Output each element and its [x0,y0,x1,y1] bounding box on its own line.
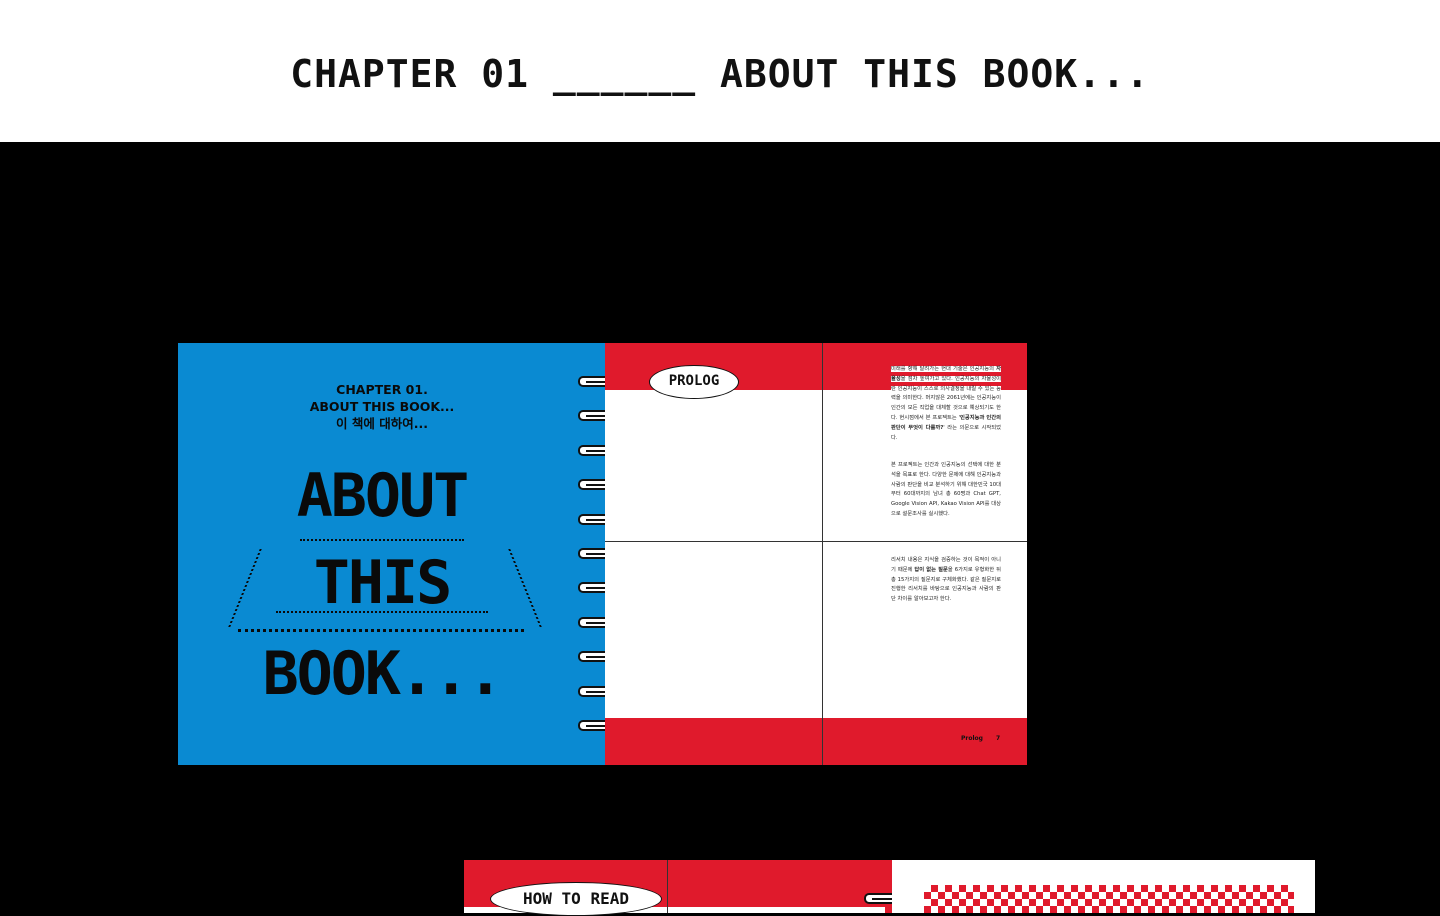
page-number: 7 [996,735,1001,742]
prolog-tab: PROLOG [649,365,739,399]
dotted-ornament-top [300,539,464,541]
how-to-read-tab: HOW TO READ [490,882,662,916]
prolog-paragraph-1: 미래를 향해 달려가는 현대 기술은 인공지능의 자율성을 점차 높여가고 있다… [891,365,1001,443]
spread2-spine [885,860,892,913]
big-word-about: ABOUT [296,461,470,531]
chapter-title: CHAPTER 01 ______ ABOUT THIS BOOK... [290,52,1150,96]
big-word-book: BOOK... [262,639,504,709]
spread2-left-page: HOW TO READ [464,860,885,916]
para3-emphasis: 답이 없는 질문 [914,566,948,573]
prolog-paragraph-2: 본 프로젝트는 인간과 인공지능의 선택에 대한 분석을 목표로 한다. 다양한… [891,462,1001,517]
chapter-header: CHAPTER 01 ______ ABOUT THIS BOOK... [0,0,1440,142]
checker-pattern [924,885,1294,913]
grid-line-horizontal [605,541,1027,542]
left-page-heading: CHAPTER 01. ABOUT THIS BOOK... 이 책에 대하여.… [178,381,586,432]
left-page-about: CHAPTER 01. ABOUT THIS BOOK... 이 책에 대하여.… [178,343,599,765]
para1-text-a: 미래를 향해 달려가는 현대 기술은 인공지능의 [891,366,997,372]
heading-chapter: CHAPTER 01. [336,382,428,397]
heading-about: ABOUT THIS BOOK... [309,399,455,414]
prolog-paragraph-3: 리서치 내용은 지식을 검증하는 것이 목적이 아니기 때문에 답이 없는 질문… [891,556,1001,605]
dotted-ornament-mid [276,611,488,613]
dotted-ornament-bottom [238,629,524,632]
right-page-prolog: PROLOG 미래를 향해 달려가는 현대 기술은 인공지능의 자율성을 점차 … [605,343,1027,765]
spread2-grid-line [667,860,668,913]
page-footer-label: Prolog [961,735,983,742]
grid-line-vertical [822,343,823,765]
spread2-right-page [892,860,1315,913]
heading-korean: 이 책에 대하여... [336,416,428,431]
